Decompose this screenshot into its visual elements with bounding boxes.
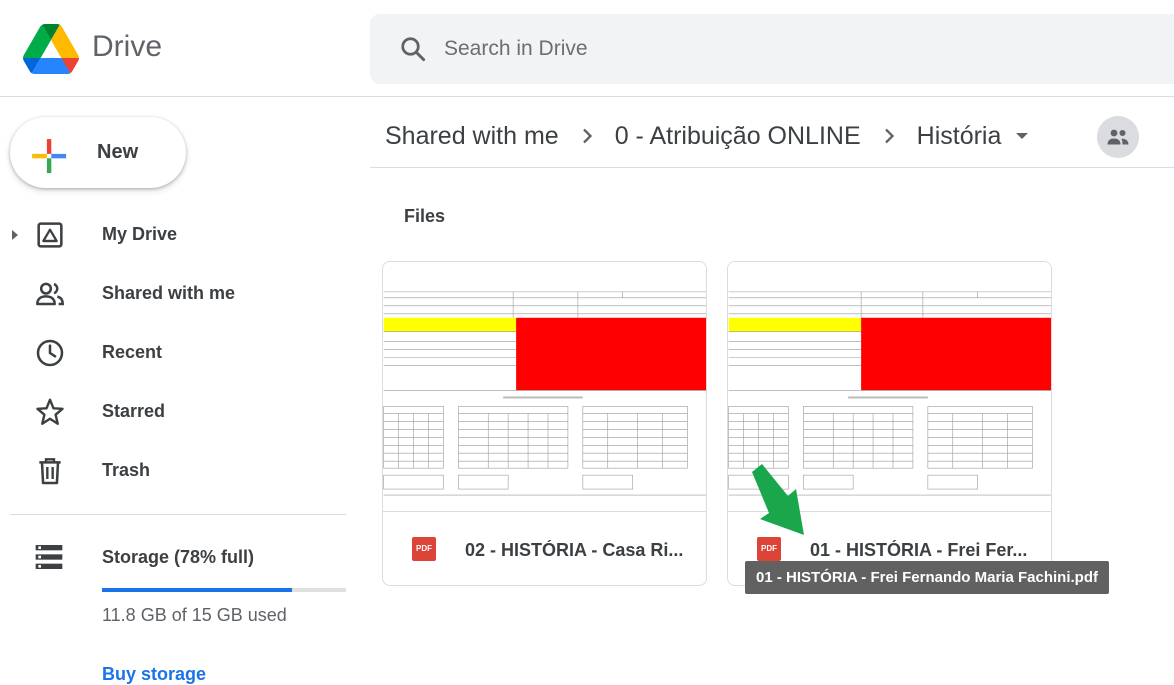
file-thumbnail — [383, 262, 706, 512]
breadcrumb-item-atribuicao-online[interactable]: 0 - Atribuição ONLINE — [615, 122, 861, 151]
search-icon[interactable] — [398, 34, 428, 64]
sidebar-item-label: Starred — [102, 401, 166, 421]
sidebar-item-my-drive[interactable]: My Drive — [0, 207, 360, 263]
sidebar-item-starred[interactable]: Starred — [0, 384, 360, 440]
people-icon — [36, 282, 64, 306]
breadcrumb: Shared with me 0 - Atribuição ONLINE His… — [385, 116, 1029, 156]
green-arrow-icon — [752, 464, 804, 535]
storage-progress-bar — [102, 588, 346, 592]
plus-icon — [32, 139, 67, 174]
sidebar-divider — [10, 514, 346, 515]
sidebar-item-label: Recent — [102, 342, 163, 362]
sidebar-item-recent[interactable]: Recent — [0, 325, 360, 381]
breadcrumb-item-historia[interactable]: História — [917, 122, 1002, 151]
trash-icon — [39, 458, 61, 485]
app-brand: Drive — [92, 30, 163, 63]
breadcrumb-item-shared-with-me[interactable]: Shared with me — [385, 122, 559, 151]
search-input[interactable] — [444, 32, 844, 66]
file-name-tooltip: 01 - HISTÓRIA - Frei Fernando Maria Fach… — [745, 561, 1109, 594]
sidebar-item-label: Shared with me — [102, 283, 236, 303]
sidebar-item-label: My Drive — [102, 224, 178, 244]
storage-used-text: 11.8 GB of 15 GB used — [102, 605, 287, 625]
new-button-label: New — [97, 141, 139, 163]
drive-logo-icon[interactable] — [22, 24, 80, 74]
storage-icon — [35, 545, 63, 569]
chevron-right-icon — [884, 128, 894, 144]
file-card[interactable]: PDF 02 - HISTÓRIA - Casa Ri... — [382, 261, 707, 586]
storage-label: Storage (78% full) — [102, 547, 255, 567]
chevron-right-icon — [582, 128, 592, 144]
file-name: 01 - HISTÓRIA - Frei Fer... — [810, 540, 1028, 560]
storage-progress-fill — [102, 588, 293, 592]
star-icon — [36, 398, 64, 425]
clock-icon — [36, 339, 64, 367]
file-name: 02 - HISTÓRIA - Casa Ri... — [465, 540, 684, 560]
chevron-down-icon[interactable] — [1015, 131, 1029, 141]
header-divider — [0, 96, 1174, 97]
files-heading: Files — [404, 206, 446, 226]
main-divider — [370, 167, 1174, 168]
shared-people-icon[interactable] — [1097, 116, 1139, 158]
pdf-icon: PDF — [757, 537, 781, 561]
my-drive-icon — [37, 222, 63, 248]
pdf-icon: PDF — [412, 537, 436, 561]
sidebar-item-label: Trash — [102, 460, 151, 480]
sidebar-item-shared-with-me[interactable]: Shared with me — [0, 266, 360, 322]
sidebar-item-trash[interactable]: Trash — [0, 443, 360, 499]
